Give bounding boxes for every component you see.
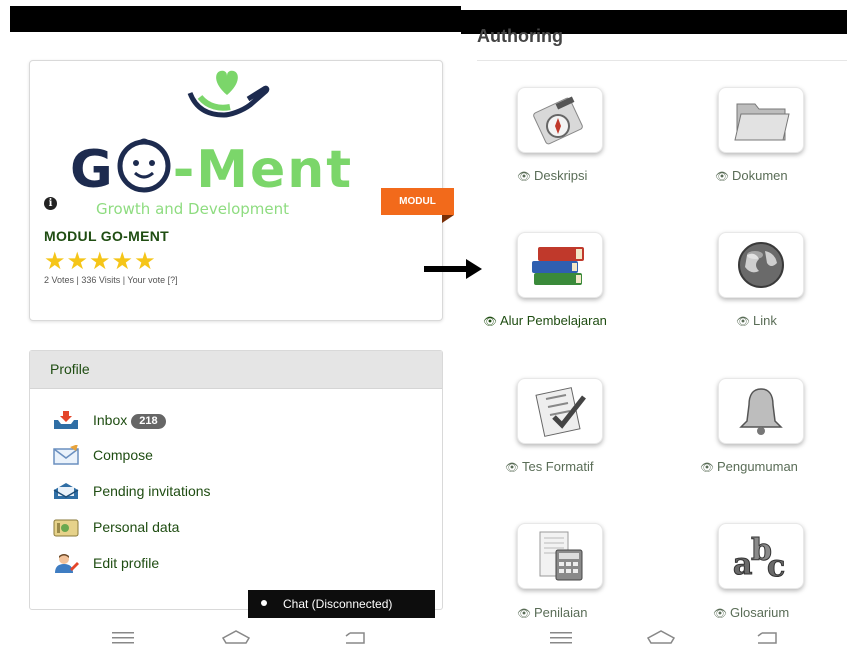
- eye-slash-icon: 👁: [713, 608, 727, 620]
- tile-glosarium-label[interactable]: 👁 Glosarium: [713, 605, 789, 622]
- eye-slash-icon: 👁: [517, 608, 531, 620]
- folder-icon: [734, 103, 790, 141]
- tile-pengumuman[interactable]: [718, 378, 804, 444]
- module-title[interactable]: MODUL GO-MENT: [44, 228, 169, 244]
- tile-pengumuman-label[interactable]: 👁 Pengumuman: [700, 459, 798, 476]
- menu-icon[interactable]: [112, 631, 134, 645]
- tile-tes-formatif-label[interactable]: 👁 Tes Formatif: [505, 459, 593, 476]
- heart-hand-icon: [187, 70, 270, 118]
- abc-icon: a b c: [733, 533, 786, 583]
- tile-link[interactable]: [718, 232, 804, 298]
- tile-alur-pembelajaran-label[interactable]: 👁 Alur Pembelajaran: [483, 313, 607, 330]
- tile-dokumen-label[interactable]: 👁 Dokumen: [715, 168, 788, 185]
- compass-icon: [533, 96, 583, 145]
- profile-panel: Profile Inbox 218 Compose Pending invitat…: [29, 350, 443, 610]
- tile-alur-pembelajaran[interactable]: [517, 232, 603, 298]
- user-edit-icon: [55, 554, 79, 573]
- top-bar-left: [10, 6, 461, 32]
- svg-text:a: a: [733, 547, 752, 582]
- home-icon[interactable]: [221, 629, 251, 645]
- right-arrow-icon: [424, 259, 482, 279]
- calculator-icon: [539, 531, 583, 581]
- chat-status-dot: [261, 600, 267, 606]
- checklist-icon: [535, 387, 586, 437]
- tile-dokumen[interactable]: [718, 87, 804, 153]
- eye-slash-icon: 👁: [715, 171, 729, 183]
- info-icon[interactable]: i: [44, 197, 57, 210]
- edit-profile-label: Edit profile: [93, 555, 160, 571]
- profile-header: Profile: [30, 351, 442, 389]
- envelope-icon: [53, 445, 79, 465]
- pending-invitations-label: Pending invitations: [93, 483, 211, 499]
- back-icon[interactable]: [344, 631, 366, 645]
- tile-deskripsi[interactable]: [517, 87, 603, 153]
- logo-wordmark: G -Ment: [70, 137, 353, 200]
- tile-tes-formatif[interactable]: [517, 378, 603, 444]
- eye-slash-icon: 👁: [505, 462, 519, 474]
- tile-deskripsi-label[interactable]: 👁 Deskripsi: [517, 168, 587, 185]
- authoring-title: Authoring: [477, 26, 563, 46]
- id-card-icon: [53, 519, 79, 537]
- rating-stars[interactable]: ★★★★★: [44, 250, 157, 274]
- module-card[interactable]: G -Ment Growth and Development i MODUL MO…: [29, 60, 454, 321]
- eye-slash-icon: 👁: [700, 462, 714, 474]
- eye-icon: 👁: [483, 316, 497, 328]
- menu-icon[interactable]: [550, 631, 572, 645]
- tile-link-label[interactable]: 👁 Link: [736, 313, 777, 330]
- compose-label: Compose: [93, 447, 153, 463]
- books-icon: [532, 247, 584, 285]
- eye-slash-icon: 👁: [517, 171, 531, 183]
- globe-icon: [738, 242, 784, 288]
- tile-glosarium[interactable]: a b c: [718, 523, 804, 589]
- personal-data-label: Personal data: [93, 519, 180, 535]
- baby-face-icon: [117, 138, 171, 193]
- module-ribbon: MODUL: [381, 188, 454, 215]
- tile-penilaian[interactable]: [517, 523, 603, 589]
- home-icon[interactable]: [646, 629, 676, 645]
- chat-status-bar[interactable]: Chat (Disconnected): [248, 590, 435, 618]
- back-icon[interactable]: [756, 631, 778, 645]
- inbox-label: Inbox: [93, 412, 128, 428]
- eye-slash-icon: 👁: [736, 316, 750, 328]
- authoring-divider: [477, 60, 847, 61]
- chat-status-label: Chat (Disconnected): [283, 597, 393, 611]
- logo-subtitle: Growth and Development: [96, 200, 290, 218]
- inbox-count-badge: 218: [131, 413, 166, 429]
- tile-penilaian-label[interactable]: 👁 Penilaian: [517, 605, 587, 622]
- bell-icon: [739, 388, 783, 435]
- inbox-icon: [54, 411, 78, 429]
- svg-text:c: c: [767, 549, 785, 582]
- invitation-icon: [53, 483, 79, 499]
- votes-line: 2 Votes | 336 Visits | Your vote [?]: [44, 275, 178, 285]
- ribbon-fold: [442, 215, 454, 223]
